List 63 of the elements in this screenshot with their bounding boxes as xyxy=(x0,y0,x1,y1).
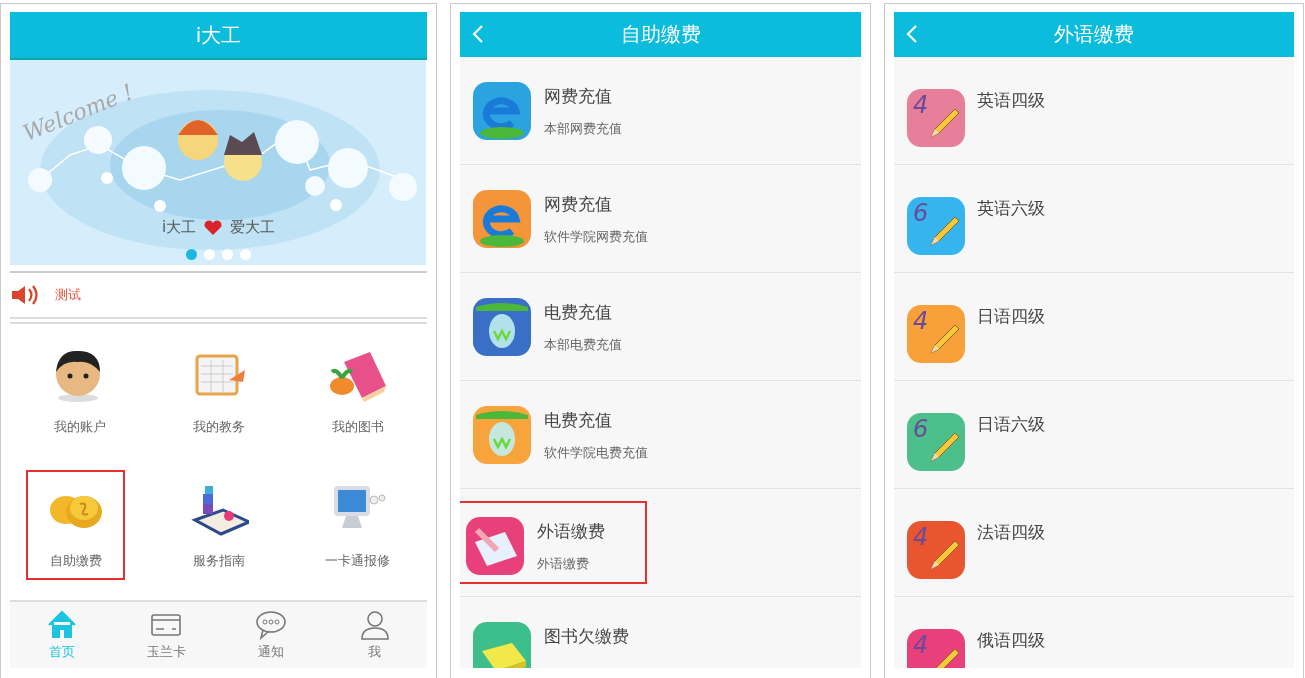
list-row[interactable]: 6 英语六级 xyxy=(894,165,1294,273)
banner-caption: 爱大工 xyxy=(230,218,276,237)
item-title: 日语六级 xyxy=(977,413,1045,436)
person-icon xyxy=(358,609,391,641)
item-title: 法语四级 xyxy=(977,521,1045,544)
list-row[interactable]: 6 日语六级 xyxy=(894,381,1294,489)
item-title: 日语四级 xyxy=(977,305,1045,328)
menu-item-label[interactable]: 服务指南 xyxy=(192,552,245,570)
list-row[interactable]: 图书欠缴费 xyxy=(460,597,861,668)
item-title: 电费充值 xyxy=(544,300,613,324)
menu-item-label[interactable]: 我的教务 xyxy=(192,418,245,436)
pencil-icon xyxy=(927,431,961,465)
menu-item-label[interactable]: 我的图书 xyxy=(331,418,384,436)
list-row[interactable]: 4 日语四级 xyxy=(894,273,1294,381)
menu-item-label[interactable]: 一卡通报修 xyxy=(325,552,390,570)
item-title: 电费充值 xyxy=(544,408,613,432)
list-row[interactable]: 电费充值 本部电费充值 xyxy=(460,273,861,381)
pencil-icon xyxy=(927,539,961,573)
tile-numeral: 6 xyxy=(913,199,929,227)
item-subtitle: 外语缴费 xyxy=(537,555,590,573)
tab-button[interactable]: 我 xyxy=(322,602,427,668)
tile-numeral: 4 xyxy=(913,91,929,119)
tile-numeral: 4 xyxy=(913,523,929,551)
list-row[interactable]: 4 英语四级 xyxy=(894,57,1294,165)
tile-numeral: 4 xyxy=(913,631,929,659)
item-subtitle: 软件学院电费充值 xyxy=(544,443,648,462)
carousel-dot[interactable] xyxy=(186,249,197,260)
carousel-dot[interactable] xyxy=(240,249,251,260)
item-title: 英语六级 xyxy=(977,197,1045,220)
list-row[interactable]: 网费充值 本部网费充值 xyxy=(460,57,861,165)
screen-title: i大工 xyxy=(195,21,242,49)
tile-numeral: 6 xyxy=(913,415,929,443)
item-subtitle: 软件学院网费充值 xyxy=(544,227,648,246)
pencil-icon xyxy=(927,323,961,357)
list-row[interactable]: 4 俄语四级 xyxy=(894,597,1294,668)
notice-text[interactable]: 测试 xyxy=(55,286,81,304)
item-subtitle: 本部网费充值 xyxy=(544,119,622,138)
carousel-dot[interactable] xyxy=(222,249,233,260)
item-title: 网费充值 xyxy=(544,192,613,216)
list-row[interactable]: 4 法语四级 xyxy=(894,489,1294,597)
list-row[interactable]: 电费充值 软件学院电费充值 xyxy=(460,381,861,489)
chat-icon xyxy=(254,609,287,641)
item-title: 外语缴费 xyxy=(537,520,605,543)
screen-title: 外语缴费 xyxy=(1054,21,1134,48)
item-title: 俄语四级 xyxy=(977,629,1045,652)
list-row[interactable]: 网费充值 软件学院网费充值 xyxy=(460,165,861,273)
carousel-dot[interactable] xyxy=(204,249,215,260)
pencil-icon xyxy=(927,215,961,249)
item-title: 图书欠缴费 xyxy=(544,624,629,648)
pencil-icon xyxy=(927,107,961,141)
tile-numeral: 4 xyxy=(913,307,929,335)
tab-button[interactable]: 玉兰卡 xyxy=(114,602,219,668)
screen-title: 自助缴费 xyxy=(620,21,701,48)
heart-icon xyxy=(204,219,223,236)
tab-button[interactable]: 通知 xyxy=(218,602,323,668)
banner-caption: i大工 xyxy=(161,218,197,237)
menu-item-label[interactable]: 自助缴费 xyxy=(49,552,102,570)
list-row[interactable]: 外语缴费 外语缴费 xyxy=(460,489,861,597)
menu-item-label[interactable]: 我的账户 xyxy=(53,418,106,436)
item-title: 网费充值 xyxy=(544,84,613,108)
speaker-icon xyxy=(11,284,39,306)
item-subtitle: 本部电费充值 xyxy=(544,335,622,354)
item-title: 英语四级 xyxy=(977,89,1045,112)
